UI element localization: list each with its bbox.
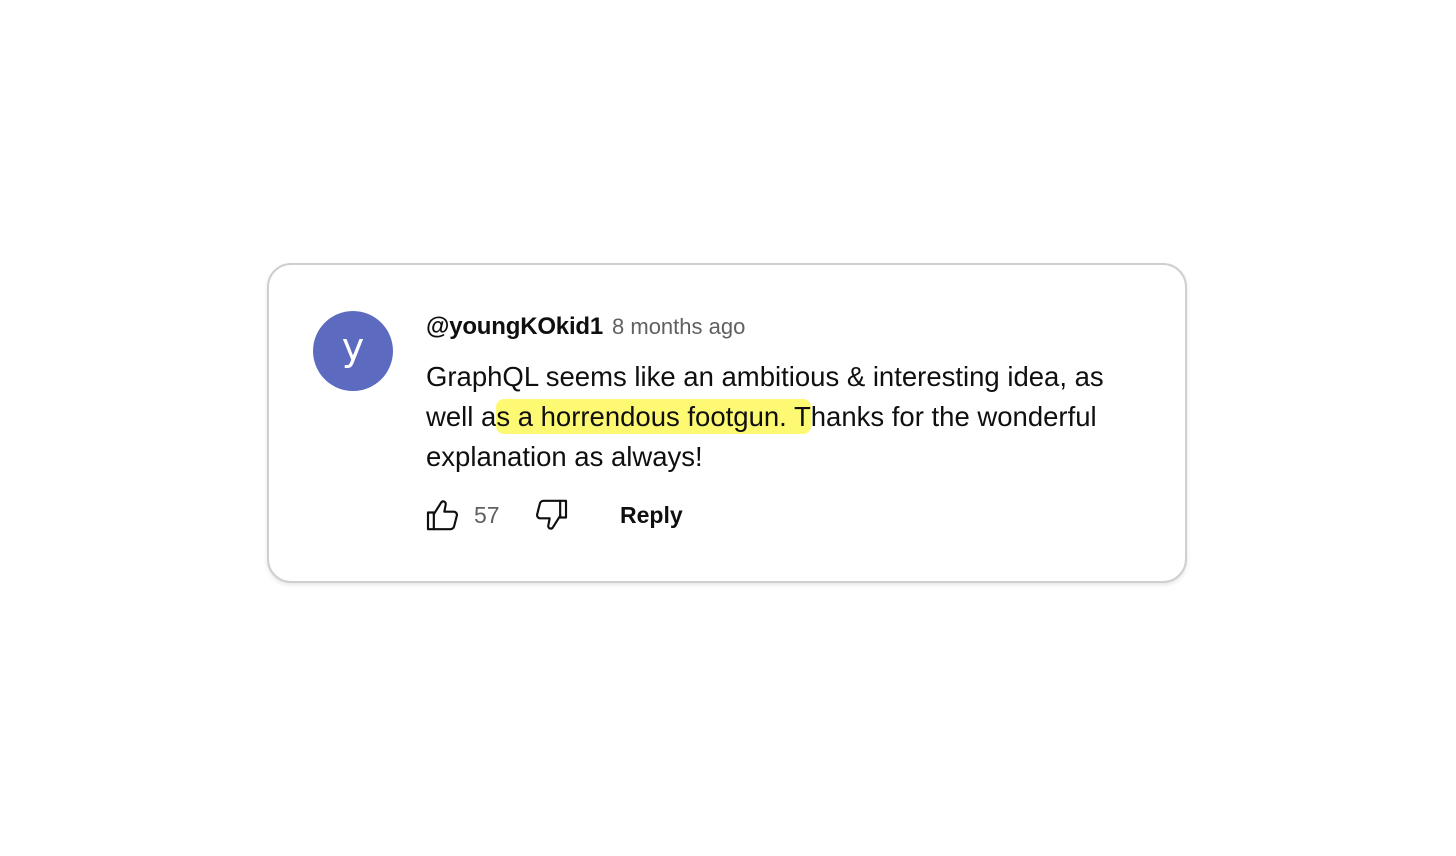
thumbs-down-icon [535,499,568,530]
reply-button[interactable]: Reply [620,502,683,529]
comment-header: @youngKOkid1 8 months ago [426,313,1146,347]
like-button[interactable] [422,494,464,536]
author-name[interactable]: @youngKOkid1 [426,313,603,341]
comment-card: y @youngKOkid1 8 months ago GraphQL seem… [267,263,1187,583]
comment-text: GraphQL seems like an ambitious & intere… [426,357,1146,477]
comment-timestamp[interactable]: 8 months ago [612,314,745,340]
comment-actions: 57 Reply [422,493,683,537]
like-count: 57 [474,501,500,528]
comment-content: @youngKOkid1 8 months ago GraphQL seems … [426,313,1146,477]
comment-text-highlight: s a horrendous footgun. T [496,399,811,434]
avatar[interactable]: y [313,311,393,391]
dislike-button[interactable] [530,494,572,536]
thumbs-up-icon [426,500,459,531]
